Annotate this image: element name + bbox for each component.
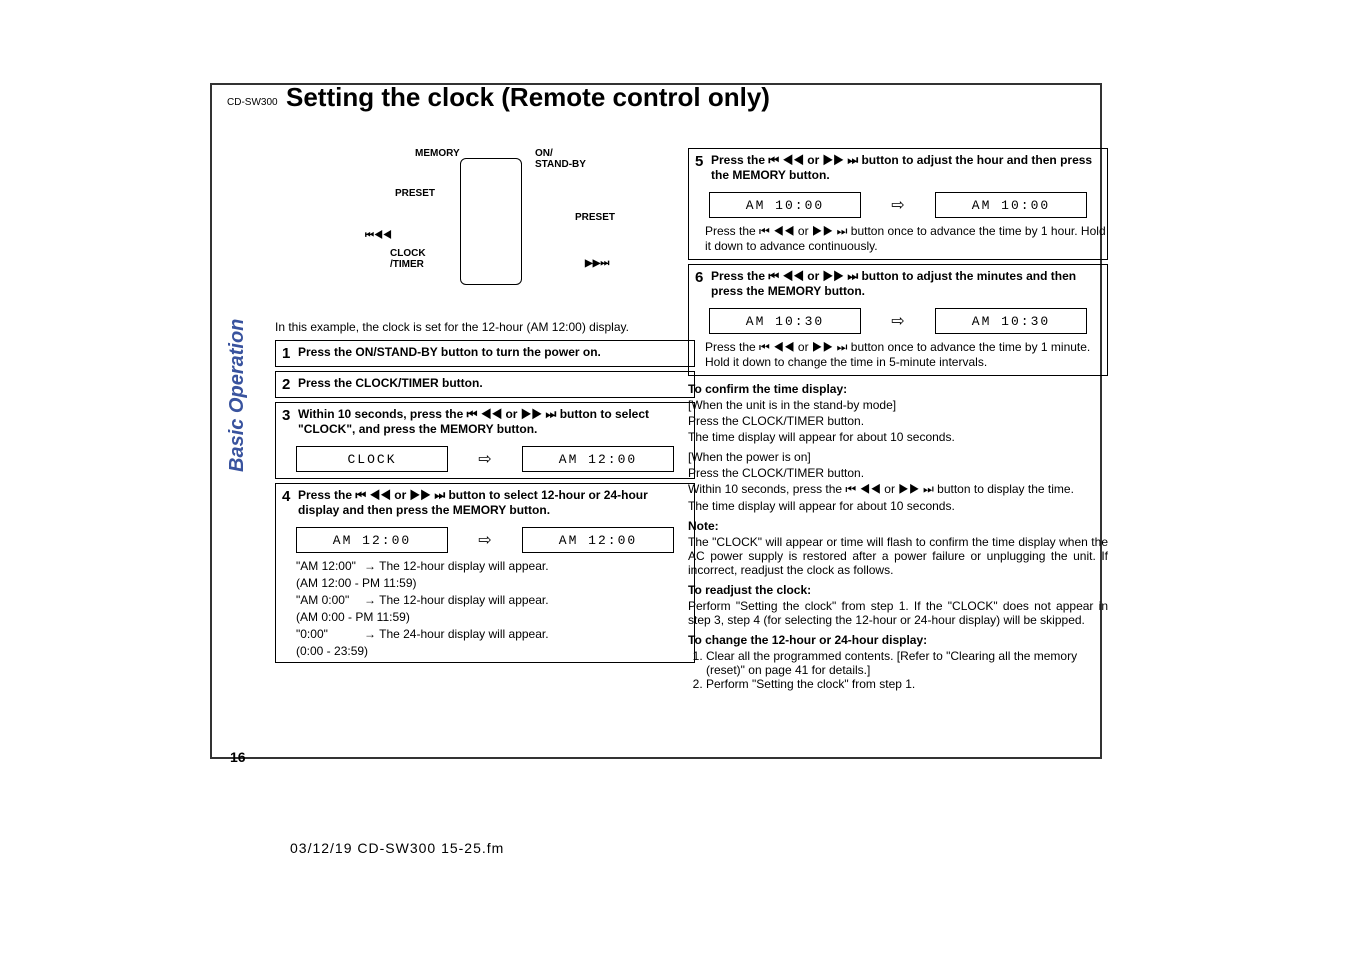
step-2: 2 Press the CLOCK/TIMER button.: [275, 371, 695, 398]
lcd-display: AM 12:00: [522, 446, 674, 472]
change-heading: To change the 12-hour or 24-hour display…: [688, 633, 1108, 647]
readjust-block: To readjust the clock: Perform "Setting …: [688, 583, 1108, 627]
arrow-icon: ⇨: [478, 530, 491, 550]
step-text: Press the ⏮ ◀◀ or ▶▶ ⏭ button to select …: [298, 488, 688, 517]
example-sentence: In this example, the clock is set for th…: [275, 320, 695, 334]
step-3: 3 Within 10 seconds, press the ⏮ ◀◀ or ▶…: [275, 402, 695, 479]
lcd-display: AM 10:00: [709, 192, 861, 218]
left-column: MEMORY ON/ STAND-BY PRESET PRESET ⏮◀◀ ▶▶…: [275, 148, 695, 667]
arrow-icon: ⇨: [891, 195, 904, 215]
lcd-display: AM 12:00: [522, 527, 674, 553]
step-number: 5: [695, 153, 711, 170]
lcd-display: AM 10:30: [935, 308, 1087, 334]
change-step: Perform "Setting the clock" from step 1.: [706, 677, 1108, 691]
confirm-line: [When the power is on]: [688, 450, 1108, 464]
lcd-display: CLOCK: [296, 446, 448, 472]
option-desc: The 24-hour display will appear.: [379, 627, 548, 641]
change-step: Clear all the programmed contents. [Refe…: [706, 649, 1108, 677]
step-text: Press the CLOCK/TIMER button.: [298, 376, 688, 390]
label-rew-icon: ⏮◀◀: [365, 230, 392, 241]
label-preset-left: PRESET: [395, 188, 435, 199]
option-range: (0:00 - 23:59): [296, 644, 674, 658]
page-number: 16: [230, 749, 246, 765]
note-block: Note: The "CLOCK" will appear or time wi…: [688, 519, 1108, 577]
lcd-display: AM 10:30: [709, 308, 861, 334]
option-desc: The 12-hour display will appear.: [379, 593, 548, 607]
remote-outline-icon: [460, 158, 522, 285]
option-range: (AM 12:00 - PM 11:59): [296, 576, 674, 590]
manual-page: CD-SW300 Setting the clock (Remote contr…: [0, 0, 1351, 954]
right-column: 5 Press the ⏮ ◀◀ or ▶▶ ⏭ button to adjus…: [688, 148, 1108, 697]
confirm-line: The time display will appear for about 1…: [688, 430, 1108, 444]
display-options-table: "AM 12:00"→ The 12-hour display will app…: [296, 559, 674, 658]
table-row: "0:00"→ The 24-hour display will appear.: [296, 627, 674, 641]
step-1: 1 Press the ON/STAND-BY button to turn t…: [275, 340, 695, 367]
confirm-heading: To confirm the time display:: [688, 382, 1108, 396]
confirm-line: Press the CLOCK/TIMER button.: [688, 414, 1108, 428]
step-text: Press the ⏮ ◀◀ or ▶▶ ⏭ button to adjust …: [711, 269, 1101, 298]
confirm-line: Within 10 seconds, press the ⏮ ◀◀ or ▶▶ …: [688, 482, 1108, 497]
step-number: 3: [282, 407, 298, 424]
page-title: Setting the clock (Remote control only): [286, 82, 770, 113]
confirm-line: [When the unit is in the stand-by mode]: [688, 398, 1108, 412]
option-range: (AM 0:00 - PM 11:59): [296, 610, 674, 624]
table-row: "AM 12:00"→ The 12-hour display will app…: [296, 559, 674, 573]
label-ff-icon: ▶▶⏭: [585, 258, 609, 269]
option-desc: The 12-hour display will appear.: [379, 559, 548, 573]
section-tab: Basic Operation: [226, 319, 249, 472]
readjust-heading: To readjust the clock:: [688, 583, 1108, 597]
confirm-block: To confirm the time display: [When the u…: [688, 382, 1108, 513]
lcd-display: AM 12:00: [296, 527, 448, 553]
note-heading: Note:: [688, 519, 1108, 533]
step-4: 4 Press the ⏮ ◀◀ or ▶▶ ⏭ button to selec…: [275, 483, 695, 663]
arrow-icon: ⇨: [891, 311, 904, 331]
label-on-standby: ON/ STAND-BY: [535, 148, 586, 170]
step-text: Press the ON/STAND-BY button to turn the…: [298, 345, 688, 359]
table-row: "AM 0:00"→ The 12-hour display will appe…: [296, 593, 674, 607]
confirm-line: The time display will appear for about 1…: [688, 499, 1108, 513]
step-number: 4: [282, 488, 298, 505]
label-memory: MEMORY: [415, 148, 460, 159]
lcd-display: AM 10:00: [935, 192, 1087, 218]
label-clock-timer: CLOCK /TIMER: [390, 248, 426, 270]
press-instruction: Press the ⏮ ◀◀ or ▶▶ ⏭ button once to ad…: [705, 340, 1107, 369]
option-code: "AM 0:00": [296, 593, 364, 607]
option-code: "AM 12:00": [296, 559, 364, 573]
step-text: Press the ⏮ ◀◀ or ▶▶ ⏭ button to adjust …: [711, 153, 1101, 182]
arrow-icon: ⇨: [478, 449, 491, 469]
readjust-text: Perform "Setting the clock" from step 1.…: [688, 599, 1108, 627]
label-preset-right: PRESET: [575, 212, 615, 223]
arrow-icon: →: [364, 627, 376, 641]
remote-diagram: MEMORY ON/ STAND-BY PRESET PRESET ⏮◀◀ ▶▶…: [335, 148, 635, 310]
option-code: "0:00": [296, 627, 364, 641]
step-6: 6 Press the ⏮ ◀◀ or ▶▶ ⏭ button to adjus…: [688, 264, 1108, 376]
arrow-icon: →: [364, 559, 376, 573]
change-block: To change the 12-hour or 24-hour display…: [688, 633, 1108, 691]
footer-text: 03/12/19 CD-SW300 15-25.fm: [290, 840, 504, 856]
arrow-icon: →: [364, 593, 376, 607]
step-number: 2: [282, 376, 298, 393]
note-text: The "CLOCK" will appear or time will fla…: [688, 535, 1108, 577]
step-text: Within 10 seconds, press the ⏮ ◀◀ or ▶▶ …: [298, 407, 688, 436]
confirm-line: Press the CLOCK/TIMER button.: [688, 466, 1108, 480]
step-number: 1: [282, 345, 298, 362]
press-instruction: Press the ⏮ ◀◀ or ▶▶ ⏭ button once to ad…: [705, 224, 1107, 253]
step-number: 6: [695, 269, 711, 286]
step-5: 5 Press the ⏮ ◀◀ or ▶▶ ⏭ button to adjus…: [688, 148, 1108, 260]
model-label: CD-SW300: [227, 97, 278, 108]
